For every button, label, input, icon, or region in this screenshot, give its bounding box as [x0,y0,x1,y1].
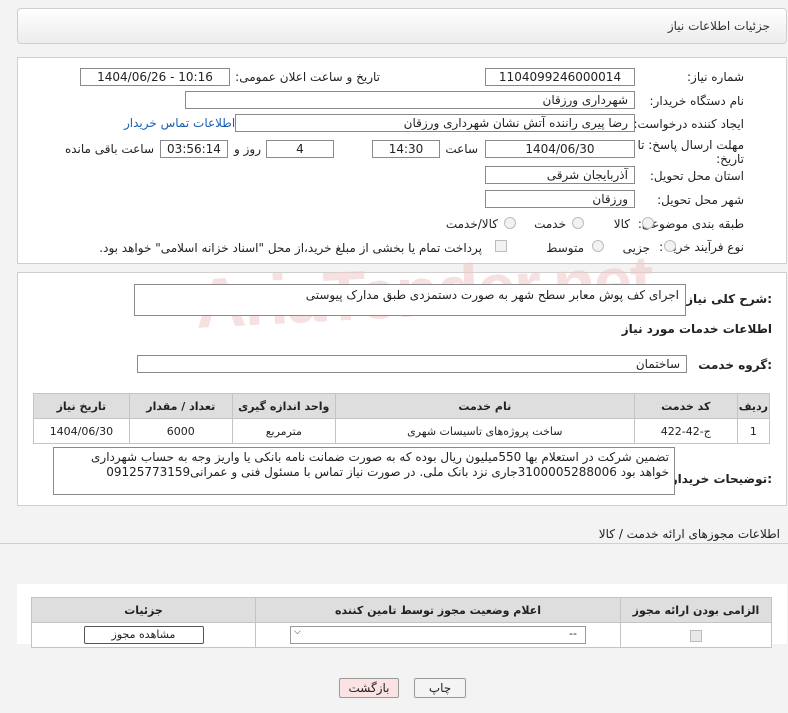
cell-unit: مترمربع [231,418,336,444]
summary-text: اجرای کف پوش معابر سطح شهر به صورت دستمز… [305,288,679,302]
cell-date: 1404/06/30 [33,418,130,444]
days-field: 4 [266,140,334,158]
need-number-label: شماره نیاز: [687,70,744,84]
col-unit: واحد اندازه گیری [231,393,336,419]
requester-field: رضا پیری راننده آتش نشان شهرداری ورزقان [235,114,635,132]
buyer-notes-text: تضمین شرکت در استعلام بها 550میلیون ریال… [91,450,669,479]
col-permit-status: اعلام وضعیت مجوز توسط تامین کننده [255,597,621,623]
buyer-contact-link[interactable]: اطلاعات تماس خریدار [124,116,235,130]
buyer-org-field: شهرداری ورزقان [185,91,635,109]
remaining-label: ساعت باقی مانده [64,142,154,156]
print-button[interactable]: چاپ [414,678,466,698]
category-radio-service[interactable] [572,217,584,229]
days-label: روز و [234,142,261,156]
remaining-time-field: 03:56:14 [160,140,228,158]
chevron-down-icon: ⌵ [294,627,301,637]
cell-name: ساخت پروژه‌های تاسیسات شهری [334,418,635,444]
services-table: ردیف کد خدمت نام خدمت واحد اندازه گیری ت… [33,393,771,444]
col-name: نام خدمت [334,393,635,419]
need-number-field: 1104099246000014 [485,68,635,86]
service-group-label: گروه خدمت: [698,358,772,372]
summary-label: شرح کلی نیاز: [686,292,772,306]
table-row: 1 ج-42-422 ساخت پروژه‌های تاسیسات شهری م… [33,418,771,444]
view-permit-button[interactable]: مشاهده مجوز [83,626,204,644]
col-row: ردیف [736,393,771,419]
permit-status-value: -- [569,627,577,640]
cell-row: 1 [736,418,771,444]
table-row: ⌵ -- مشاهده مجوز [31,622,772,648]
summary-textarea[interactable]: اجرای کف پوش معابر سطح شهر به صورت دستمز… [134,284,686,316]
announce-label: تاریخ و ساعت اعلان عمومی: [235,70,380,84]
category-option-goods: کالا [613,217,630,231]
service-group-field: ساختمان [137,355,687,373]
buyer-notes-textarea[interactable]: تضمین شرکت در استعلام بها 550میلیون ریال… [53,447,675,495]
category-option-goods-service: کالا/خدمت [445,217,498,231]
col-qty: تعداد / مقدار [128,393,233,419]
services-title: اطلاعات خدمات مورد نیاز [621,322,772,336]
page-header: جزئیات اطلاعات نیاز [17,8,787,44]
deadline-time-field: 14:30 [372,140,440,158]
announce-field: 1404/06/26 - 10:16 [80,68,230,86]
category-radio-goods-service[interactable] [504,217,516,229]
col-permit-details: جزئیات [31,597,256,623]
category-option-service: خدمت [534,217,566,231]
col-permit-required: الزامی بودن ارائه مجوز [620,597,772,623]
time-label: ساعت [445,142,478,156]
city-label: شهر محل تحویل: [657,193,744,207]
deadline-date-field: 1404/06/30 [485,140,635,158]
requester-label: ایجاد کننده درخواست: [633,117,744,131]
buyer-notes-label: توضیحات خریدار: [670,472,772,486]
permits-title: اطلاعات مجوزهای ارائه خدمت / کالا [598,527,780,541]
page-title: جزئیات اطلاعات نیاز [667,19,770,33]
process-radio-minor[interactable] [664,240,676,252]
need-info-panel [17,57,787,264]
deadline-label: مهلت ارسال پاسخ: تا [637,138,744,152]
category-radio-goods[interactable] [642,217,654,229]
back-button[interactable]: بازگشت [339,678,399,698]
permit-status-select[interactable]: ⌵ -- [290,626,586,644]
city-field: ورزقان [485,190,635,208]
permit-required-checkbox [690,629,702,642]
province-label: استان محل تحویل: [649,169,744,183]
col-code: کد خدمت [633,393,738,419]
province-field: آذربایجان شرقی [485,166,635,184]
col-date: تاریخ نیاز [33,393,130,419]
permits-table: الزامی بودن ارائه مجوز اعلام وضعیت مجوز … [31,597,772,648]
cell-qty: 6000 [128,418,233,444]
deadline-label-date: تاریخ: [716,152,744,166]
divider [0,543,788,544]
buyer-org-label: نام دستگاه خریدار: [649,94,745,108]
cell-code: ج-42-422 [633,418,738,444]
